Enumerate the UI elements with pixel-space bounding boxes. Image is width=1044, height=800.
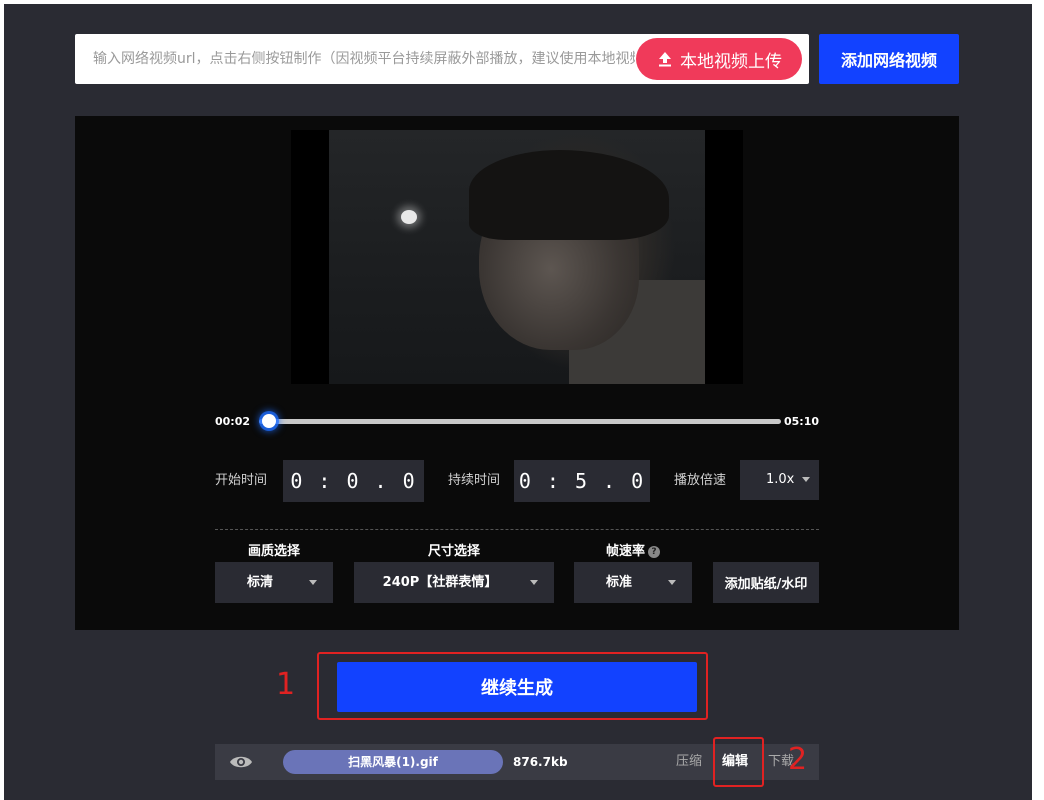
frame-hair (469, 150, 669, 240)
compress-link[interactable]: 压缩 (676, 744, 702, 780)
editor-panel: 00:02 05:10 开始时间 0 : 0 . 0 持续时间 0 : 5 . … (75, 116, 959, 630)
size-select[interactable]: 240P【社群表情】 (354, 562, 554, 603)
step-1-annotation: 1 (276, 667, 296, 702)
quality-select[interactable]: 标清 (215, 562, 333, 603)
video-frame (329, 130, 705, 384)
video-preview[interactable] (291, 130, 743, 384)
current-time: 00:02 (215, 415, 251, 428)
fps-label: 帧速率 (605, 544, 645, 559)
fps-value: 标准 (605, 575, 632, 590)
size-label: 尺寸选择 (427, 544, 480, 559)
speed-value: 1.0x (766, 472, 795, 487)
local-upload-button[interactable]: 本地视频上传 (636, 38, 802, 80)
speed-label: 播放倍速 (674, 473, 727, 488)
video-url-input[interactable] (75, 34, 635, 84)
progress-knob[interactable] (262, 414, 277, 428)
continue-generate-button[interactable]: 继续生成 (337, 662, 697, 712)
timeline: 00:02 05:10 (215, 412, 819, 432)
start-time-label: 开始时间 (215, 473, 268, 488)
fps-select[interactable]: 标准 (574, 562, 692, 603)
duration-input[interactable]: 0 : 5 . 0 (514, 460, 650, 502)
size-value: 240P【社群表情】 (382, 575, 498, 590)
start-time-input[interactable]: 0 : 0 . 0 (283, 460, 424, 502)
quality-value: 标清 (246, 575, 273, 590)
upload-icon (659, 52, 671, 67)
duration-label: 持续时间 (448, 473, 501, 488)
chevron-down-icon (530, 580, 538, 585)
divider (215, 529, 819, 530)
step-2-annotation: 2 (788, 742, 808, 777)
frame-light (401, 210, 417, 224)
highlight-box-edit (713, 737, 764, 787)
speed-select[interactable]: 1.0x (740, 460, 819, 500)
add-network-video-button[interactable]: 添加网络视频 (819, 34, 959, 84)
help-icon[interactable]: ? (648, 545, 660, 558)
fps-label-wrap: 帧速率? (574, 540, 692, 559)
progress-track[interactable] (259, 419, 781, 424)
chevron-down-icon (802, 477, 810, 482)
eye-icon[interactable] (229, 753, 253, 771)
chevron-down-icon (668, 580, 676, 585)
file-size: 876.7kb (513, 755, 568, 769)
file-name-pill: 扫黑风暴(1).gif (283, 750, 503, 774)
local-upload-label: 本地视频上传 (680, 51, 782, 72)
add-sticker-watermark-button[interactable]: 添加贴纸/水印 (713, 562, 819, 603)
quality-label: 画质选择 (247, 544, 300, 559)
total-time: 05:10 (783, 415, 819, 428)
chevron-down-icon (309, 580, 317, 585)
